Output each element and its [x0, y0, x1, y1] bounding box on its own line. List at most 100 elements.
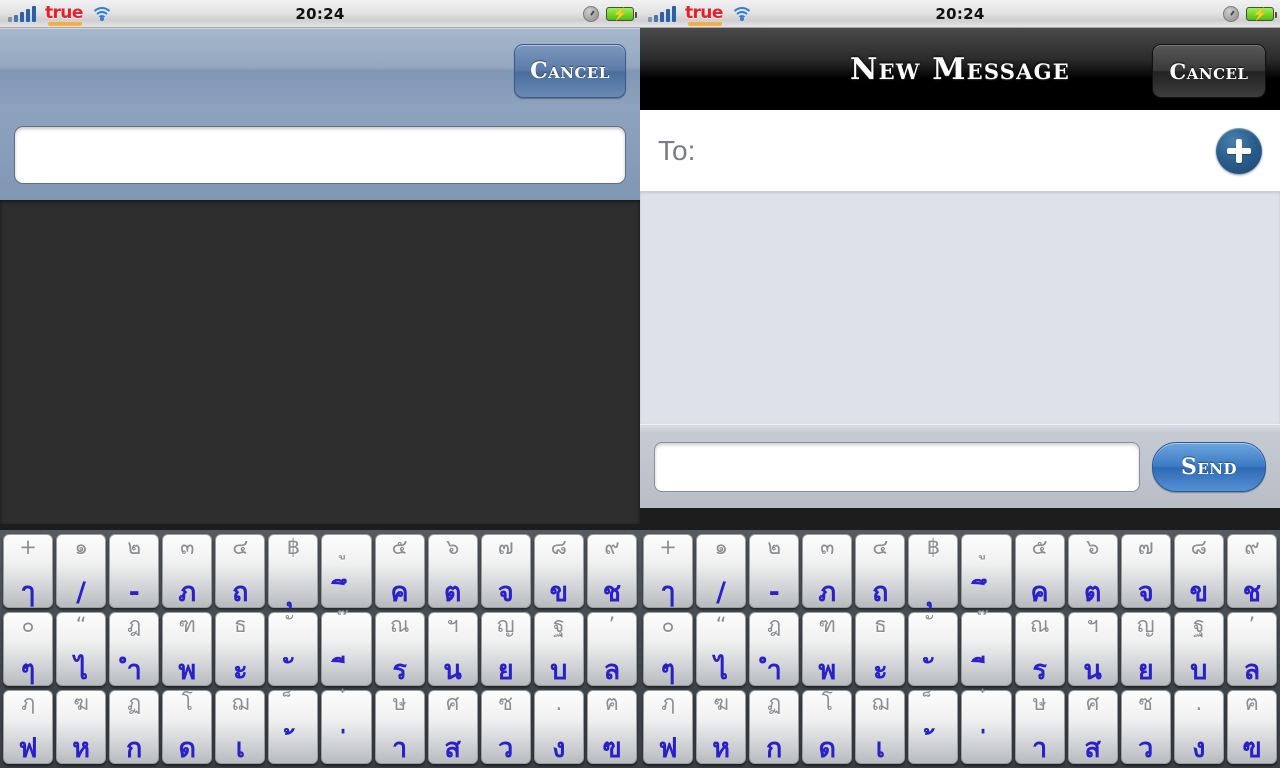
- key[interactable]: ๑/: [696, 534, 747, 608]
- key[interactable]: ๙ช: [586, 534, 637, 608]
- key[interactable]: ฆห: [696, 690, 747, 764]
- key[interactable]: ๔ถ: [215, 534, 266, 608]
- key[interactable]: ๕ค: [1014, 534, 1065, 608]
- key[interactable]: ๒-: [749, 534, 800, 608]
- left-cancel-button[interactable]: Cancel: [514, 44, 626, 98]
- key[interactable]: ๔ถ: [855, 534, 906, 608]
- key[interactable]: ฐบ: [1173, 612, 1224, 686]
- key[interactable]: ๓ภ: [162, 534, 213, 608]
- key[interactable]: ฌเ: [855, 690, 906, 764]
- key[interactable]: ฎำ: [109, 612, 160, 686]
- key[interactable]: ๐ๆ: [643, 612, 694, 686]
- search-input[interactable]: [14, 126, 626, 184]
- key[interactable]: ฦฟ: [643, 690, 694, 764]
- key[interactable]: ๖ต: [427, 534, 478, 608]
- key[interactable]: ัั: [268, 612, 319, 686]
- key[interactable]: ฯน: [427, 612, 478, 686]
- key[interactable]: ฆห: [56, 690, 107, 764]
- key[interactable]: ฅฃ: [1226, 690, 1277, 764]
- key[interactable]: ฅฃ: [586, 690, 637, 764]
- key[interactable]: ’ ล: [586, 612, 637, 686]
- key[interactable]: ๙ช: [1226, 534, 1277, 608]
- key-lower-label: า: [392, 732, 408, 764]
- plus-circle-icon[interactable]: [1216, 127, 1262, 174]
- key[interactable]: ๘ข: [1173, 534, 1224, 608]
- key[interactable]: + ๅ: [3, 534, 54, 608]
- key[interactable]: ญย: [1120, 612, 1171, 686]
- key[interactable]: ’ ล: [1226, 612, 1277, 686]
- key[interactable]: ฿ุ: [908, 534, 959, 608]
- key[interactable]: ธะ: [855, 612, 906, 686]
- key[interactable]: ฌเ: [215, 690, 266, 764]
- key[interactable]: ษา: [374, 690, 425, 764]
- key-lower-label: ช: [1242, 576, 1262, 608]
- key[interactable]: ๗จ: [1120, 534, 1171, 608]
- key[interactable]: ็้: [268, 690, 319, 764]
- key[interactable]: ๊ี: [961, 612, 1012, 686]
- key[interactable]: ัั: [908, 612, 959, 686]
- key-lower-label: ก: [126, 732, 143, 764]
- key-lower-label: ร: [1032, 654, 1047, 686]
- key-upper-label: ๕: [1031, 535, 1048, 559]
- key[interactable]: ๑/: [56, 534, 107, 608]
- key[interactable]: .ง: [533, 690, 584, 764]
- key[interactable]: ๓ภ: [802, 534, 853, 608]
- key[interactable]: ๗จ: [480, 534, 531, 608]
- key[interactable]: โด: [162, 690, 213, 764]
- key[interactable]: ๒-: [109, 534, 160, 608]
- key[interactable]: ซว: [480, 690, 531, 764]
- key-upper-label: ๑: [74, 535, 88, 559]
- key[interactable]: ณร: [1014, 612, 1065, 686]
- key[interactable]: ๖ต: [1067, 534, 1118, 608]
- key[interactable]: ฎำ: [749, 612, 800, 686]
- key[interactable]: ฿ุ: [268, 534, 319, 608]
- key-lower-label: ส: [444, 732, 461, 764]
- key[interactable]: ฑพ: [162, 612, 213, 686]
- key[interactable]: ฏก: [749, 690, 800, 764]
- key[interactable]: ฏก: [109, 690, 160, 764]
- key[interactable]: ฦฟ: [3, 690, 54, 764]
- key[interactable]: ๋่: [961, 690, 1012, 764]
- send-button[interactable]: Send: [1152, 441, 1266, 492]
- right-cancel-button[interactable]: Cancel: [1152, 44, 1266, 98]
- key[interactable]: “ไ: [56, 612, 107, 686]
- key[interactable]: ธะ: [215, 612, 266, 686]
- recipient-row[interactable]: To:: [640, 110, 1280, 192]
- key-upper-label: ั: [909, 614, 957, 636]
- key[interactable]: ศส: [1067, 690, 1118, 764]
- key-upper-label: ฎ: [127, 613, 142, 637]
- key[interactable]: ูึ: [961, 534, 1012, 608]
- key-upper-label: ๔: [872, 535, 889, 559]
- key[interactable]: ๊ี: [321, 612, 372, 686]
- message-input[interactable]: [654, 441, 1140, 492]
- key[interactable]: ๘ข: [533, 534, 584, 608]
- key[interactable]: ญย: [480, 612, 531, 686]
- left-navigation-bar: Cancel: [0, 28, 640, 110]
- key-lower-label: ถ: [232, 576, 249, 608]
- key[interactable]: ษา: [1014, 690, 1065, 764]
- key[interactable]: ฑพ: [802, 612, 853, 686]
- key[interactable]: ูึ: [321, 534, 372, 608]
- key[interactable]: ๐ๆ: [3, 612, 54, 686]
- key[interactable]: + ๅ: [643, 534, 694, 608]
- thai-keyboard-left[interactable]: +ๅ ๑/ ๒- ๓ภ ๔ถ ฿ุ ูึ ๕ค ๖ต ๗จ ๘ข ๙ช ๐ๆ “…: [0, 530, 640, 768]
- key-upper-label: ซ: [498, 691, 513, 715]
- key-lower-label: ุ: [909, 577, 957, 608]
- key-upper-label: ฐ: [1193, 613, 1205, 637]
- thai-keyboard-right[interactable]: +ๅ ๑/ ๒- ๓ภ ๔ถ ฿ุ ูึ ๕ค ๖ต ๗จ ๘ข ๙ช ๐ๆ “…: [640, 530, 1280, 768]
- key[interactable]: โด: [802, 690, 853, 764]
- key[interactable]: ศส: [427, 690, 478, 764]
- key[interactable]: .ง: [1173, 690, 1224, 764]
- key[interactable]: ณร: [374, 612, 425, 686]
- key[interactable]: ็้: [908, 690, 959, 764]
- key-upper-label: ๋: [962, 692, 1010, 714]
- key[interactable]: “ไ: [696, 612, 747, 686]
- key-upper-label: ๙: [604, 535, 620, 559]
- key[interactable]: ฯน: [1067, 612, 1118, 686]
- key[interactable]: ฐบ: [533, 612, 584, 686]
- key-lower-label: ย: [497, 654, 514, 686]
- key[interactable]: ๋่: [321, 690, 372, 764]
- key[interactable]: ซว: [1120, 690, 1171, 764]
- key[interactable]: ๕ค: [374, 534, 425, 608]
- key-upper-label: ๋: [322, 692, 370, 714]
